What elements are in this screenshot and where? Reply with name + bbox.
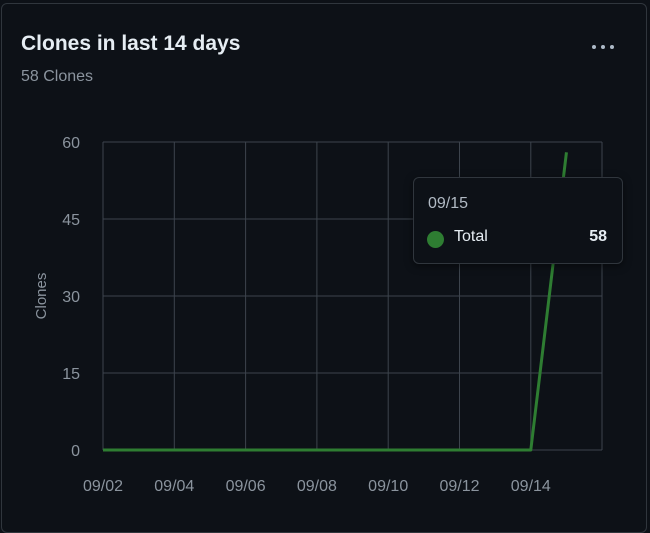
- x-tick-label: 09/06: [226, 478, 266, 495]
- y-tick-label: 60: [62, 135, 80, 152]
- data-tooltip: 09/15 Total 58: [413, 177, 623, 264]
- x-tick-label: 09/10: [368, 478, 408, 495]
- tooltip-date: 09/15: [428, 195, 469, 212]
- y-tick-label: 45: [62, 212, 80, 229]
- x-tick-label: 09/14: [511, 478, 551, 495]
- y-tick-label: 15: [62, 366, 80, 383]
- tooltip-series-label: Total: [454, 228, 488, 245]
- x-tick-label: 09/08: [297, 478, 337, 495]
- x-tick-label: 09/04: [154, 478, 194, 495]
- y-tick-label: 30: [62, 289, 80, 306]
- y-tick-label: 0: [71, 443, 80, 460]
- tooltip-value: 58: [589, 228, 607, 245]
- y-axis-label: Clones: [33, 273, 50, 320]
- x-axis-ticks: 09/02 09/04 09/06 09/08 09/10 09/12 09/14: [83, 478, 551, 495]
- x-tick-label: 09/12: [439, 478, 479, 495]
- x-tick-label: 09/02: [83, 478, 123, 495]
- series-color-dot: [427, 231, 444, 248]
- y-axis-ticks: 0 15 30 45 60: [62, 135, 80, 460]
